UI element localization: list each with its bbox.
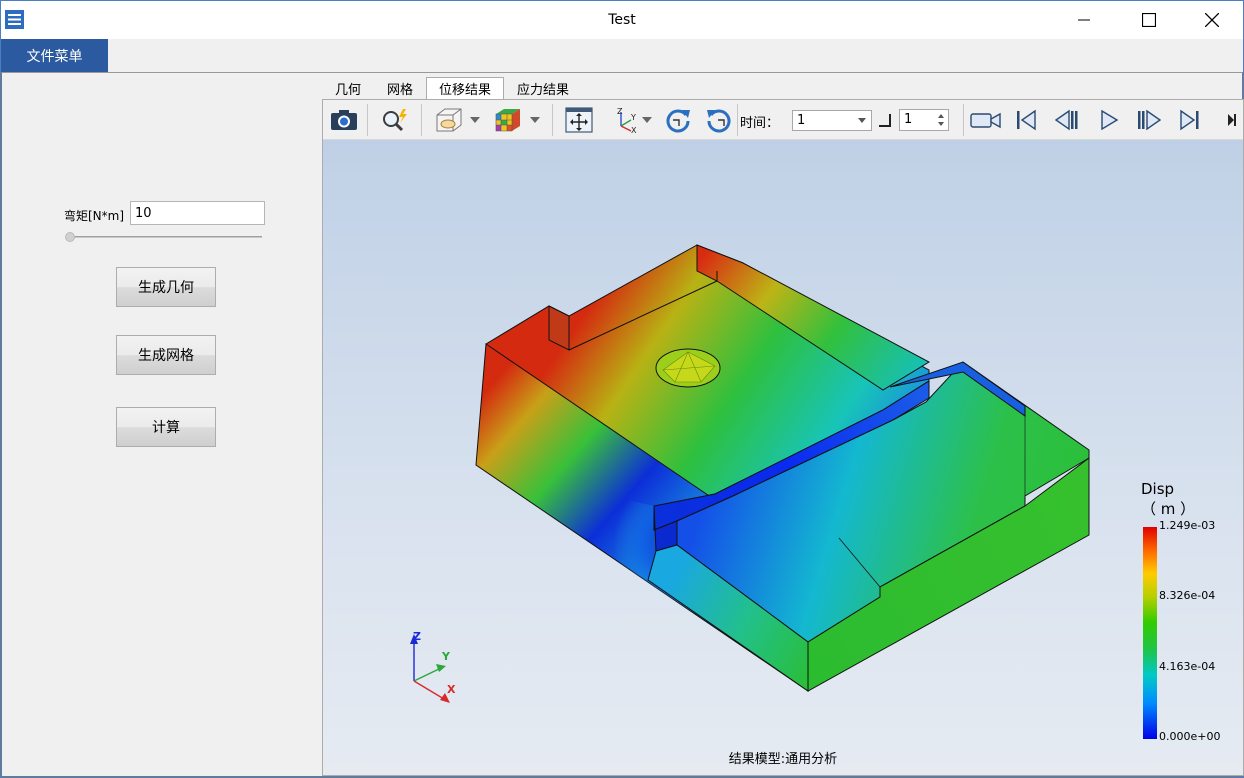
step-spinbox[interactable]: 1 [899,109,949,131]
tab-geometry[interactable]: 几何 [322,77,374,99]
minimize-button[interactable] [1061,1,1107,39]
central-area: 弯矩[N*m] 生成几何 生成网格 计算 几何 网格 位移结果 应力结果 [1,72,1244,777]
legend-title: Disp [1141,480,1175,498]
color-cube-icon[interactable] [492,107,524,133]
legend-color-bar [1143,527,1157,739]
legend-unit: （ m ） [1141,500,1196,518]
maximize-icon [1142,13,1156,27]
axis-x-label: X [447,683,456,696]
main-window: Test 文件菜单 弯矩[N*m] 生成几何 生成网格 计算 几何 网格 位移结… [0,0,1244,778]
tab-displacement[interactable]: 位移结果 [426,77,505,99]
axis-y-label: Y [442,650,450,663]
title-bar: Test [1,1,1243,39]
tab-mesh[interactable]: 网格 [374,77,426,99]
menu-bar: 文件菜单 [1,39,1243,72]
moment-slider-track[interactable] [68,236,262,238]
axis-triad [410,634,450,703]
axes-icon[interactable]: ZYX [608,107,640,134]
play-icon[interactable] [1097,107,1121,133]
3d-viewport[interactable]: Z Y X Disp （ m ） 1.249e-03 8.326e-04 4.1… [323,140,1243,775]
view-toolbar: ZYX 时间： 1 1 [323,100,1243,140]
spin-down-icon[interactable] [938,122,944,126]
axis-z-label: Z [413,630,421,643]
first-frame-icon[interactable] [1013,107,1039,133]
rotate-cw-icon[interactable] [704,107,734,133]
compute-button[interactable]: 计算 [116,407,216,447]
axes-dropdown[interactable] [642,117,652,123]
color-dropdown[interactable] [530,117,540,123]
toolbar-overflow-icon[interactable] [1223,107,1241,133]
fit-view-icon[interactable] [563,107,595,133]
result-tabs: 几何 网格 位移结果 应力结果 [322,77,582,99]
moment-slider-handle[interactable] [65,232,75,242]
generate-mesh-button[interactable]: 生成网格 [116,335,216,375]
maximize-button[interactable] [1126,1,1172,39]
window-title: Test [608,12,636,28]
close-icon [1205,13,1219,27]
chevron-down-icon [858,118,866,123]
svg-text:Z: Z [617,107,623,116]
legend-value-2: 8.326e-04 [1159,589,1216,602]
time-select[interactable]: 1 [792,110,872,131]
prev-frame-icon[interactable] [1053,107,1081,133]
legend-value-max: 1.249e-03 [1159,519,1216,532]
tab-pane: ZYX 时间： 1 1 Z Y X Disp （ m ） 1.249e-03 8… [322,99,1244,776]
generate-geometry-button[interactable]: 生成几何 [116,267,216,307]
zoom-icon[interactable] [380,107,410,133]
close-button[interactable] [1189,1,1235,39]
fem-model[interactable] [323,140,1243,775]
svg-text:X: X [631,126,637,134]
moment-input[interactable] [130,201,265,225]
legend-value-min: 0.000e+00 [1159,730,1221,743]
camera-icon[interactable] [329,107,359,133]
moment-label: 弯矩[N*m] [64,209,125,223]
display-mode-icon[interactable] [432,107,464,133]
next-frame-icon[interactable] [1135,107,1163,133]
tab-stress[interactable]: 应力结果 [504,77,582,99]
time-select-value: 1 [797,113,806,128]
time-label: 时间： [740,116,780,131]
last-frame-icon[interactable] [1177,107,1203,133]
minimize-icon [1078,19,1090,21]
display-mode-dropdown[interactable] [470,117,480,123]
model-label: 结果模型:通用分析 [728,752,838,767]
record-icon[interactable] [969,107,1003,133]
step-icon [879,114,891,127]
svg-text:Y: Y [630,113,636,122]
spin-up-icon[interactable] [938,114,944,118]
rotate-ccw-icon[interactable] [663,107,693,133]
legend-value-3: 4.163e-04 [1159,660,1216,673]
step-value: 1 [904,112,913,127]
file-menu[interactable]: 文件菜单 [1,39,108,72]
